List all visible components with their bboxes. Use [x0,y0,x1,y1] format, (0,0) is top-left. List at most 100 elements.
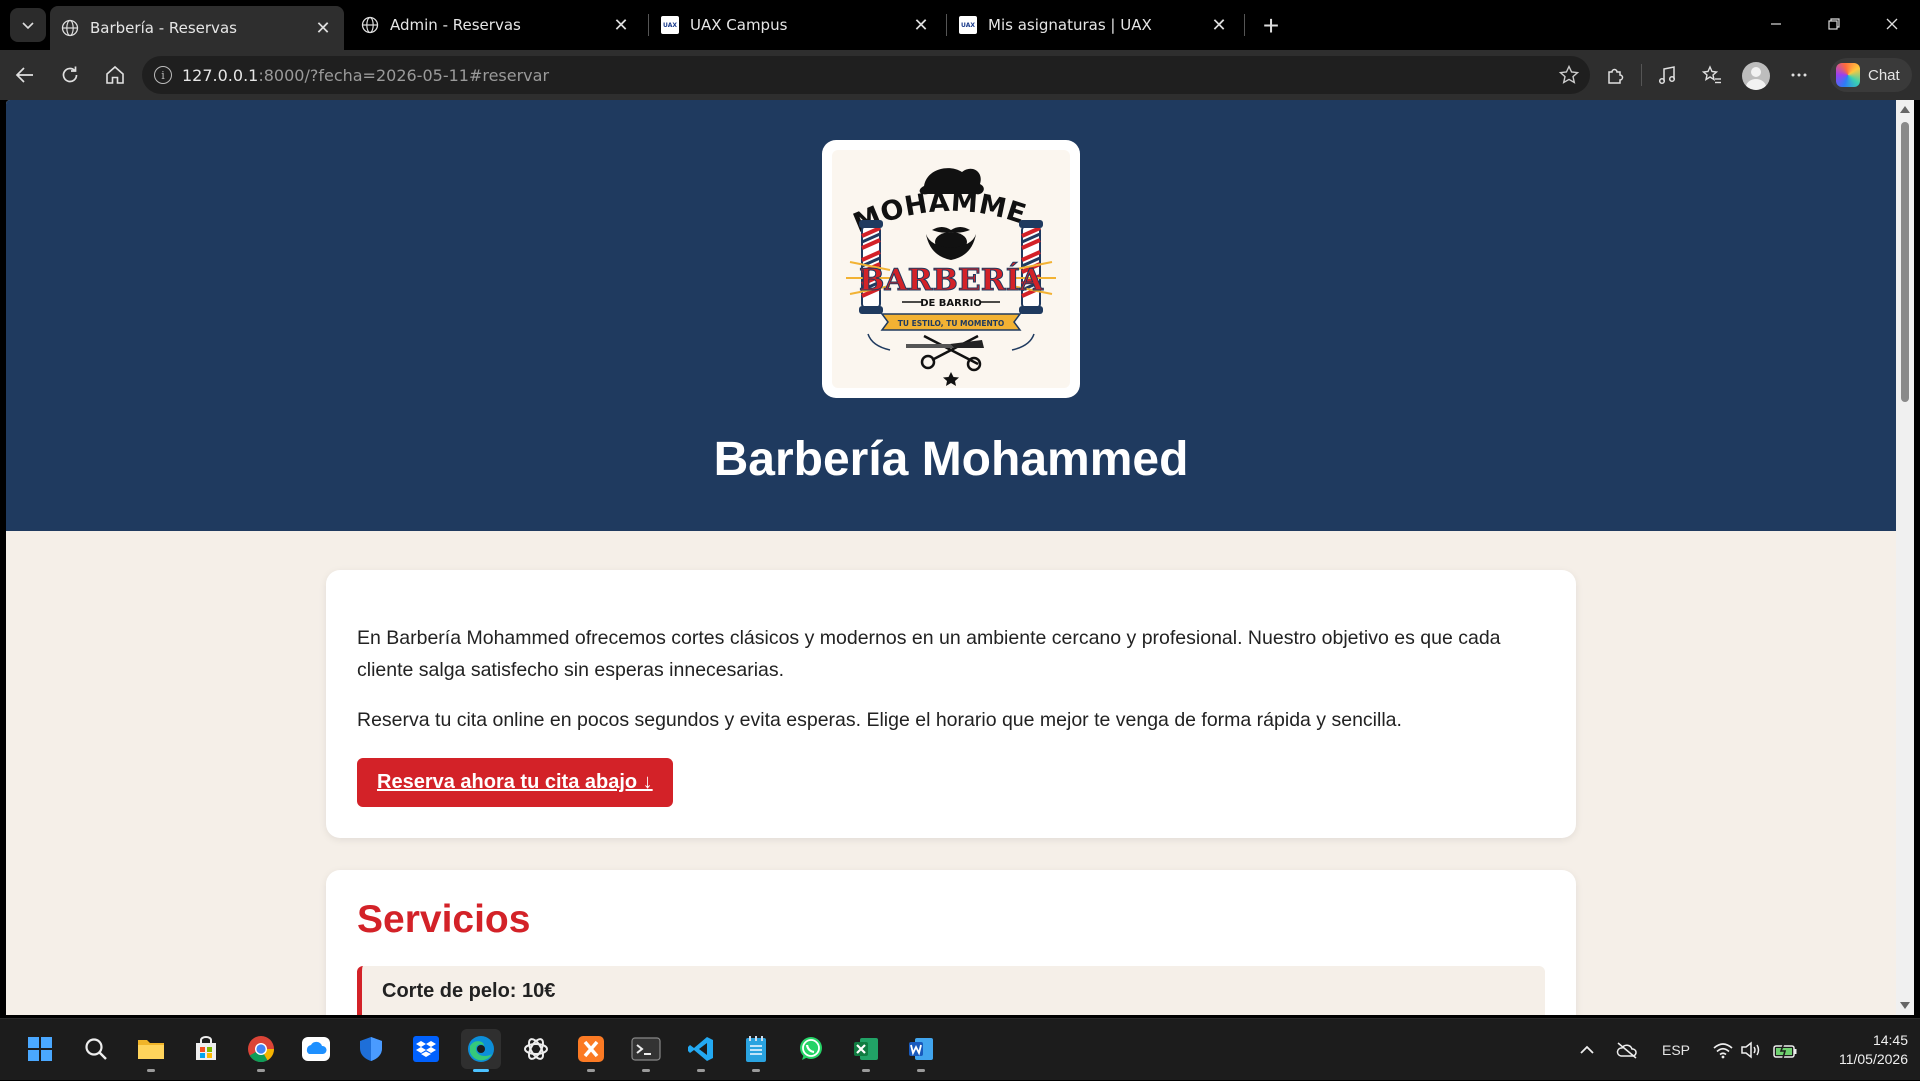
store-icon [196,1036,216,1060]
tab-barberia-reservas[interactable]: Barbería - Reservas ✕ [50,6,344,50]
tab-title: Mis asignaturas | UAX [988,16,1152,34]
settings-more-button[interactable] [1782,58,1816,92]
taskbar-file-explorer[interactable] [131,1029,171,1072]
clock-time: 14:45 [1872,1032,1908,1048]
file-explorer-icon [138,1040,164,1059]
tab-uax-campus[interactable]: UAX UAX Campus ✕ [650,6,942,44]
taskbar-onedrive[interactable] [296,1029,336,1069]
taskbar-dropbox[interactable] [406,1029,446,1069]
close-tab-icon[interactable]: ✕ [908,12,934,38]
uax-favicon-icon: UAX [660,15,680,35]
reload-icon [62,66,78,83]
tray-language[interactable]: ESP [1662,1019,1690,1081]
defender-shield-icon [360,1037,382,1061]
address-bar[interactable]: i 127.0.0.1:8000/?fecha=2026-05-11#reser… [142,56,1590,94]
copilot-chat-button[interactable]: Chat [1830,58,1912,92]
close-window-button[interactable] [1862,0,1920,48]
logo-card: MOHAMMED [821,126,1080,398]
close-tab-icon[interactable]: ✕ [1206,12,1232,38]
volume-icon [1741,1041,1760,1059]
favorites-button[interactable] [1695,58,1729,92]
taskbar-search-button[interactable] [76,1029,116,1069]
close-tab-icon[interactable]: ✕ [310,15,336,41]
dropbox-icon [413,1036,439,1062]
site-info-icon[interactable]: i [154,66,172,84]
tray-volume[interactable] [1740,1019,1762,1081]
page-viewport: MOHAMMED [6,100,1896,1015]
window-edge [1914,100,1920,1015]
read-aloud-button[interactable] [1650,58,1684,92]
extensions-button[interactable] [1598,58,1632,92]
taskbar-store[interactable] [186,1029,226,1069]
taskbar-defender[interactable] [351,1029,391,1069]
back-button[interactable] [8,58,42,92]
tray-wifi[interactable] [1712,1019,1734,1081]
whatsapp-icon [800,1037,822,1060]
chevron-up-icon [1580,1045,1594,1054]
copilot-icon [1836,63,1860,87]
cloud-off-icon [1616,1042,1637,1059]
tab-separator [648,14,649,36]
tab-actions-menu-button[interactable] [10,8,46,42]
taskbar-whatsapp[interactable] [791,1029,831,1069]
taskbar-xampp[interactable] [571,1029,611,1072]
word-icon [909,1038,933,1060]
chatgpt-icon [524,1038,548,1060]
tray-onedrive-status[interactable] [1616,1019,1638,1081]
wifi-icon [1713,1043,1733,1059]
tab-separator [1244,14,1245,36]
close-tab-icon[interactable]: ✕ [608,12,634,38]
vscode-icon [688,1037,713,1061]
scrollbar-thumb[interactable] [1901,122,1909,402]
onedrive-icon [302,1037,330,1061]
page-scrollbar[interactable] [1896,100,1914,1015]
url-text: 127.0.0.1:8000/?fecha=2026-05-11#reserva… [182,65,550,85]
home-icon [106,65,124,84]
services-card: Servicios Corte de pelo: 10€ [326,870,1576,1015]
browser-toolbar: i 127.0.0.1:8000/?fecha=2026-05-11#reser… [0,50,1920,100]
tray-overflow-button[interactable] [1578,1019,1596,1081]
home-button[interactable] [98,58,132,92]
tab-title: Barbería - Reservas [90,19,237,37]
reserve-cta-button[interactable]: Reserva ahora tu cita abajo ↓ [357,758,673,807]
taskbar-chrome[interactable] [241,1029,281,1072]
uax-favicon-icon: UAX [958,15,978,35]
taskbar-notepad[interactable] [736,1029,776,1072]
puzzle-icon [1608,68,1624,84]
taskbar-edge[interactable] [461,1029,501,1072]
favorites-list-icon [1701,65,1721,84]
tab-mis-asignaturas[interactable]: UAX Mis asignaturas | UAX ✕ [948,6,1240,44]
site-title: Barbería Mohammed [713,433,1189,486]
taskbar-chatgpt[interactable] [516,1029,556,1069]
taskbar-clock[interactable]: 14:45 11/05/2026 [1808,1031,1908,1069]
restore-button[interactable] [1804,0,1864,48]
reload-button[interactable] [53,58,87,92]
minimize-button[interactable] [1746,0,1806,48]
chrome-icon [248,1036,275,1063]
profile-avatar[interactable] [1742,62,1770,90]
clock-date: 11/05/2026 [1838,1051,1908,1067]
windows-taskbar: ESP 14:45 11/05/2026 [0,1018,1920,1080]
chevron-down-icon [22,22,34,30]
tab-title: UAX Campus [690,16,788,34]
logo-text-de-barrio: DE BARRIO [920,298,982,309]
browser-tab-bar: Barbería - Reservas ✕ Admin - Reservas ✕… [0,0,1920,50]
tray-battery[interactable] [1772,1019,1798,1081]
scroll-down-arrow-icon[interactable] [1900,1002,1910,1009]
logo-text-barberia: BARBERÍA [859,262,1044,298]
minimize-icon [1771,23,1781,25]
taskbar-terminal[interactable] [626,1029,666,1072]
services-heading: Servicios [357,898,531,941]
start-button[interactable] [20,1029,60,1069]
tab-admin-reservas[interactable]: Admin - Reservas ✕ [350,6,642,44]
taskbar-vscode[interactable] [681,1029,721,1072]
intro-paragraph-1: En Barbería Mohammed ofrecemos cortes cl… [357,627,1501,681]
taskbar-excel[interactable] [846,1029,886,1072]
search-icon [85,1038,107,1060]
taskbar-word[interactable] [901,1029,941,1072]
scroll-up-arrow-icon[interactable] [1900,106,1910,113]
tab-title: Admin - Reservas [390,16,521,34]
favorite-star-icon[interactable] [1558,64,1580,91]
close-icon [1886,18,1898,30]
new-tab-button[interactable]: + [1255,10,1287,42]
